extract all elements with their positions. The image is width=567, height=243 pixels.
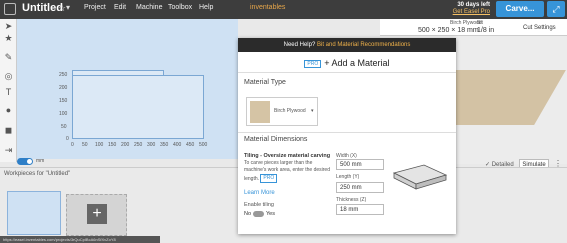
3d-box-icon[interactable]: ◼ <box>3 125 14 136</box>
tiling-body-text: To carve pieces larger than the machine'… <box>244 160 330 182</box>
y-tick: 150 <box>59 98 68 104</box>
workpieces-title: Workpieces for "Untitled" <box>4 171 71 177</box>
recommendations-link[interactable]: Bit and Material Recommendations <box>317 42 410 48</box>
target-icon[interactable]: ◎ <box>3 71 14 82</box>
tiling-heading: Tiling - Oversize material carving <box>244 153 331 159</box>
tiling-pro-badge: PRO <box>260 174 278 183</box>
tiling-no-label: No <box>244 211 252 217</box>
cursor-icon[interactable]: ➤ <box>3 21 14 32</box>
material-dimensions[interactable]: 500 × 250 × 18 mm <box>418 27 479 34</box>
menu-edit[interactable]: Edit <box>114 4 126 11</box>
x-tick: 300 <box>147 142 156 148</box>
star-icon[interactable]: ☆ <box>58 3 66 14</box>
menu-toolbox[interactable]: Toolbox <box>168 4 192 11</box>
add-workpiece-button[interactable]: + <box>66 194 127 236</box>
project-title[interactable]: Untitled <box>22 2 63 14</box>
learn-more-link[interactable]: Learn More <box>244 190 275 196</box>
width-input[interactable]: 500 mm <box>336 159 384 170</box>
y-tick: 0 <box>66 136 69 142</box>
modal-title-text: + Add a Material <box>324 58 390 68</box>
tiling-yes-label: Yes <box>266 211 275 217</box>
divider <box>238 132 456 133</box>
tiling-description: To carve pieces larger than the machine'… <box>244 160 332 183</box>
x-tick: 450 <box>186 142 195 148</box>
y-tick: 200 <box>59 85 68 91</box>
caret-down-icon: ▾ <box>311 108 314 114</box>
y-tick: 100 <box>59 111 68 117</box>
unit-toggle-row: mm <box>17 157 238 167</box>
menu-project[interactable]: Project <box>84 4 106 11</box>
apps-icon[interactable]: ● <box>3 105 14 116</box>
import-icon[interactable]: ⇥ <box>3 145 14 156</box>
unit-label: mm <box>36 158 45 164</box>
dimensions-heading: Material Dimensions <box>244 136 308 143</box>
workpiece-thumbnail[interactable] <box>7 191 61 235</box>
x-tick: 500 <box>199 142 208 148</box>
get-easel-pro-link[interactable]: Get Easel Pro <box>453 9 490 15</box>
cut-settings-button[interactable]: Cut Settings <box>523 25 556 31</box>
unit-toggle[interactable] <box>17 158 33 165</box>
trial-info: 30 days left Get Easel Pro <box>440 2 490 16</box>
divider <box>238 72 456 73</box>
help-text: Need Help? <box>283 42 316 48</box>
material-type-select[interactable]: Birch Plywood ▾ <box>246 97 318 126</box>
top-bar: Untitled ☆ ▾ Project Edit Machine Toolbo… <box>0 0 567 19</box>
status-url: https://easel.inventables.com/projects/3… <box>0 236 160 243</box>
selected-material: Birch Plywood <box>274 108 306 114</box>
pen-icon[interactable]: ✎ <box>3 52 14 63</box>
bit-value[interactable]: 1/8 in <box>477 27 494 34</box>
material-workpiece[interactable] <box>72 75 204 139</box>
trial-days: 30 days left <box>457 2 490 8</box>
carve-button[interactable]: Carve... <box>496 1 544 17</box>
x-tick: 250 <box>134 142 143 148</box>
inventables-brand: inventables <box>250 4 286 11</box>
shapes-icon[interactable]: ★ <box>3 33 14 44</box>
length-label: Length (Y) <box>336 174 360 180</box>
x-tick: 50 <box>82 142 88 148</box>
thickness-label: Thickness (Z) <box>336 197 367 203</box>
menu-machine[interactable]: Machine <box>136 4 162 11</box>
text-icon[interactable]: T <box>3 87 14 98</box>
enable-tiling-label: Enable tiling <box>244 202 274 208</box>
material-bit-bar: Birch Plywood 500 × 250 × 18 mm Bit 1/8 … <box>380 19 567 36</box>
expand-icon[interactable]: ⤢ <box>547 1 565 17</box>
easel-logo-icon[interactable] <box>4 3 16 15</box>
x-tick: 350 <box>160 142 169 148</box>
material-swatch <box>250 101 270 123</box>
x-tick: 200 <box>121 142 130 148</box>
plus-icon: + <box>87 204 107 224</box>
x-tick: 150 <box>108 142 117 148</box>
pro-badge: PRO <box>304 59 322 68</box>
modal-title: PRO + Add a Material <box>238 58 456 68</box>
length-input[interactable]: 250 mm <box>336 182 384 193</box>
modal-help-bar: Need Help? Bit and Material Recommendati… <box>238 38 456 52</box>
tiling-switch[interactable] <box>253 211 264 217</box>
menu-help[interactable]: Help <box>199 4 213 11</box>
thickness-input[interactable]: 18 mm <box>336 204 384 215</box>
bit-label: Bit <box>477 20 483 26</box>
design-canvas[interactable]: 250 200 150 100 50 0 0 50 100 150 200 25… <box>17 19 238 159</box>
chevron-down-icon[interactable]: ▾ <box>66 3 70 12</box>
add-material-modal: Need Help? Bit and Material Recommendati… <box>238 38 456 234</box>
y-tick: 250 <box>59 72 68 78</box>
x-tick: 0 <box>71 142 74 148</box>
material-dimension-diagram <box>392 164 448 190</box>
x-tick: 400 <box>173 142 182 148</box>
tool-strip: ➤ ★ ✎ ◎ T ● ◼ ⇥ <box>0 19 17 162</box>
x-tick: 100 <box>95 142 104 148</box>
material-type-heading: Material Type <box>244 79 286 86</box>
y-tick: 50 <box>61 124 67 130</box>
